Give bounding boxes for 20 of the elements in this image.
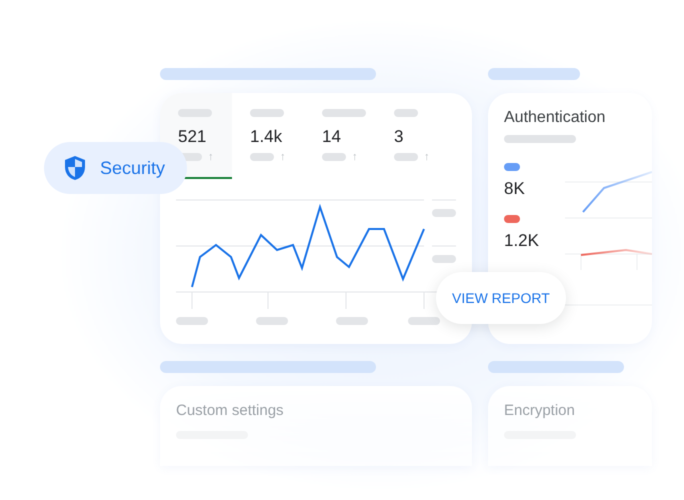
placeholder-bar — [432, 209, 456, 217]
card-title: Custom settings — [176, 402, 285, 419]
shield-icon — [64, 155, 86, 181]
placeholder-bar — [176, 317, 208, 325]
security-chip[interactable]: Security — [44, 142, 188, 194]
trend-line-drawing — [580, 249, 652, 256]
trend-line-drawing — [582, 171, 652, 213]
placeholder-bar — [504, 135, 576, 143]
placeholder-bar — [336, 317, 368, 325]
card-title: Encryption — [504, 402, 576, 419]
card-title: Authentication — [504, 109, 606, 127]
stat-tab[interactable]: 1.4k ↑ — [232, 93, 304, 179]
stat-tab[interactable]: 3 ↑ — [376, 93, 448, 179]
view-report-button[interactable]: VIEW REPORT — [436, 272, 566, 324]
placeholder-bar — [432, 255, 456, 263]
metric-value: 8K — [504, 179, 526, 199]
stat-tab[interactable]: 14 ↑ — [304, 93, 376, 179]
placeholder-bar — [256, 317, 288, 325]
metric-value: 1.2K — [504, 231, 540, 251]
placeholder-bar — [408, 317, 440, 325]
